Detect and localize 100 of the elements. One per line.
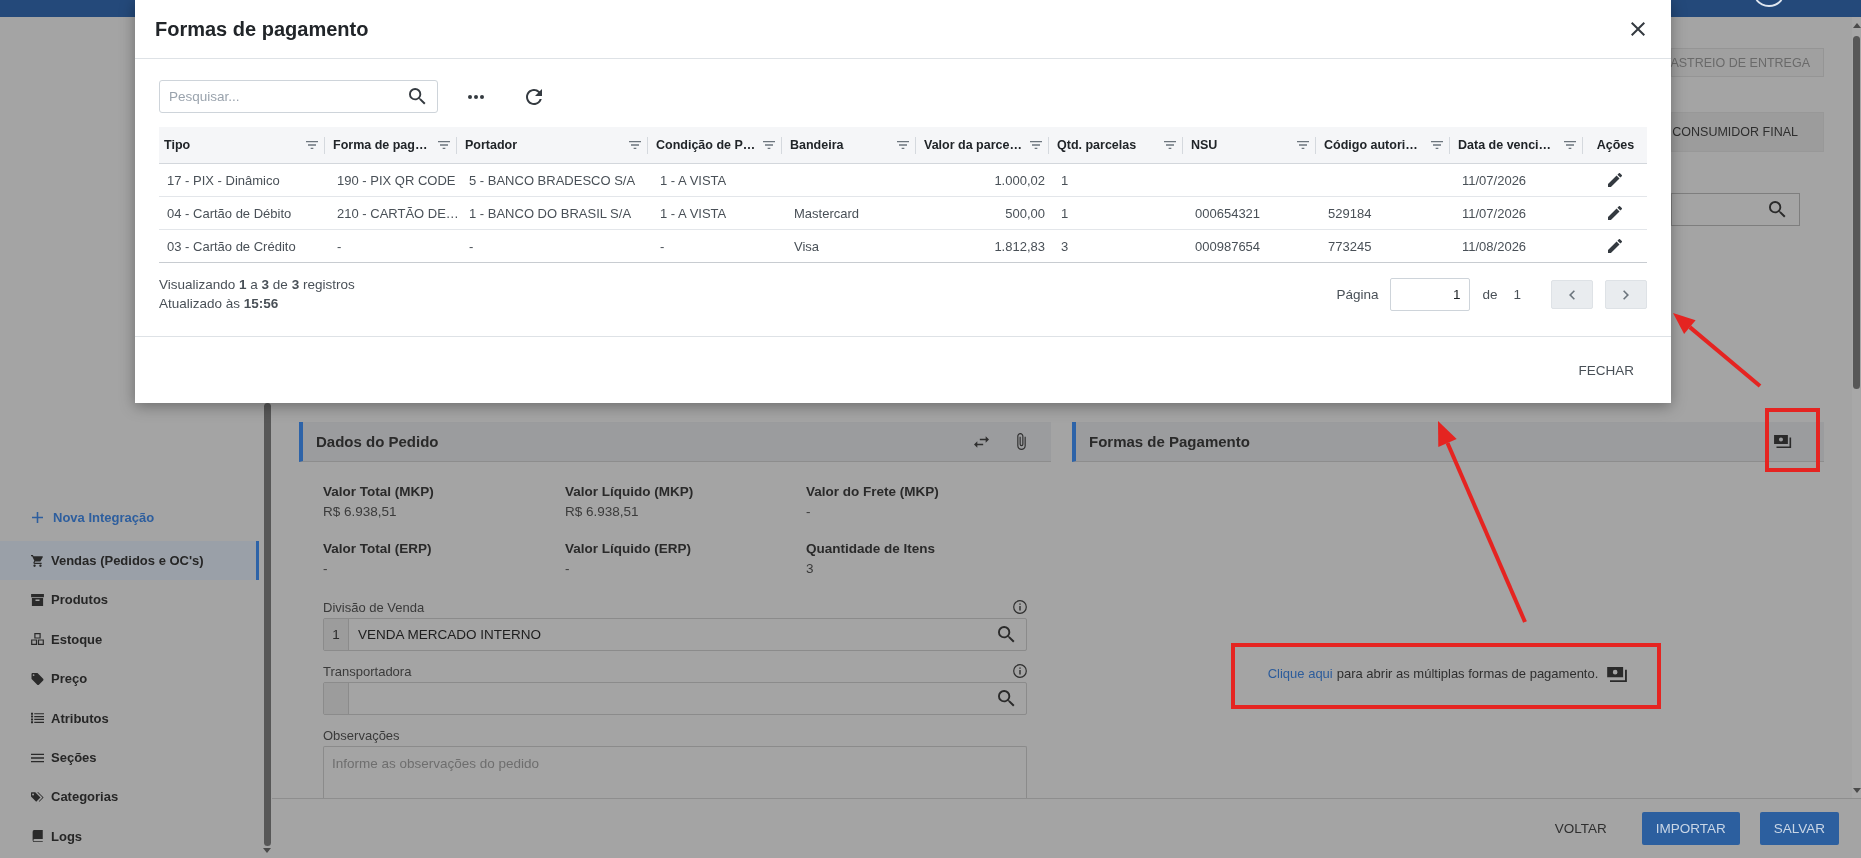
search-icon[interactable] [998,626,1015,643]
filter-icon[interactable] [1297,141,1309,149]
filter-icon[interactable] [1564,141,1576,149]
column-header[interactable]: Forma de pag… [333,138,428,152]
table-cell: 5 - BANCO BRADESCO S/A [469,172,636,188]
sidebar-item[interactable]: Logs [0,816,259,856]
cash-icon[interactable] [1774,435,1792,448]
filter-icon[interactable] [306,141,318,149]
column-header[interactable]: Tipo [164,138,191,152]
table-cell: 1.812,83 [994,238,1045,254]
scrollbar-thumb[interactable] [1853,36,1860,389]
cash-icon[interactable] [1607,666,1629,682]
sidebar-item[interactable]: Seções [0,737,259,778]
table-cell: - [337,238,342,254]
filter-icon[interactable] [897,141,909,149]
column-header[interactable]: Código autori… [1324,138,1418,152]
payment-hint: Clique aqui para abrir as múltiplas formas de pagamento. [1267,665,1599,683]
table-cell: 1 [1061,205,1069,221]
page-total: 1 [1513,287,1521,302]
info-icon[interactable] [1013,664,1027,678]
field-label: Valor Total (MKP) [323,483,434,501]
edit-button[interactable] [1606,171,1624,189]
search-icon[interactable] [998,690,1015,707]
page-of-label: de [1482,287,1498,302]
paperclip-icon[interactable] [1017,433,1026,450]
filter-icon[interactable] [1431,141,1443,149]
table-cell: 773245 [1328,238,1372,254]
column-header[interactable]: Bandeira [790,138,844,152]
search-field[interactable] [1671,193,1800,226]
dialog-title: Formas de pagamento [155,17,369,41]
sidebar-item[interactable]: Atributos [0,698,259,738]
column-header[interactable]: Qtd. parcelas [1057,138,1137,152]
avatar-icon[interactable] [1754,0,1784,8]
lookup-code: 1 [324,619,349,650]
table-cell: 1 - BANCO DO BRASIL S/A [469,205,632,221]
scrollbar-thumb[interactable] [263,403,271,846]
page-number-field[interactable]: 1 [1390,278,1471,311]
sidebar-item[interactable]: Categorias [0,777,259,817]
field-label: Valor do Frete (MKP) [806,483,939,501]
table-cell: Visa [794,238,820,254]
edit-button[interactable] [1606,237,1624,255]
lookup-field[interactable] [323,682,1027,715]
cart-icon [31,554,44,567]
sidebar-item[interactable]: Produtos [0,580,259,620]
refresh-icon [526,88,542,105]
table-cell: 11/08/2026 [1462,238,1527,254]
annotation-frame [1765,408,1820,472]
table-cell: 11/07/2026 [1462,205,1527,221]
info-icon[interactable] [1013,600,1027,614]
column-header[interactable]: Condição de P… [656,138,756,152]
column-header[interactable]: Portador [465,138,518,152]
chevron-right-icon [1623,289,1629,300]
menu-icon [31,751,44,764]
sidebar-item[interactable]: Vendas (Pedidos e OC's) [0,540,259,581]
pencil-icon [1608,206,1622,220]
field-label: Valor Líquido (MKP) [565,483,694,501]
table-cell: - [469,238,474,254]
filter-icon[interactable] [629,141,641,149]
swap-arrows-icon[interactable] [974,435,989,448]
more-icon [468,94,484,99]
footer-button[interactable]: IMPORTAR [1641,812,1740,845]
table-cell: 3 [1061,238,1069,254]
panel-title: Formas de Pagamento [1089,433,1250,450]
field-value: R$ 6.938,51 [565,503,639,521]
close-dialog-button[interactable]: FECHAR [1565,354,1647,386]
footer-button[interactable]: VOLTAR [1544,812,1617,845]
scroll-up-arrow-icon[interactable] [1852,23,1861,28]
page-label: Página [1336,287,1379,302]
field-value: - [565,560,570,578]
table-cell: 03 - Cartão de Crédito [167,238,296,254]
filter-icon[interactable] [1030,141,1042,149]
scroll-down-arrow-icon[interactable] [263,848,271,853]
column-header[interactable]: NSU [1191,138,1218,152]
sidebar-item[interactable]: Preço [0,659,259,699]
filter-icon[interactable] [438,141,450,149]
field-label: Quantidade de Itens [806,540,936,558]
plus-icon [32,512,43,524]
scroll-down-arrow-icon[interactable] [1852,788,1861,793]
close-icon [1631,22,1645,36]
column-header[interactable]: Ações [1596,138,1635,152]
last-updated-text: Atualizado às 15:56 [159,294,279,313]
search-icon[interactable] [409,88,426,105]
toolbar-button[interactable]: CONSUMIDOR FINAL [1671,112,1824,152]
lookup-code-box [324,683,349,714]
filter-icon[interactable] [763,141,775,149]
field-value: - [806,503,811,521]
column-header[interactable]: Data de venci… [1458,138,1552,152]
edit-button[interactable] [1606,204,1624,222]
table-cell: - [660,238,665,254]
table-cell: 210 - CARTÃO DE… [337,205,459,221]
column-header[interactable]: Valor da parce… [924,138,1022,152]
archive-box-icon [31,593,44,606]
table-cell: 1 - A VISTA [660,172,727,188]
filter-icon[interactable] [1164,141,1176,149]
sidebar-item[interactable]: Estoque [0,619,259,660]
table-cell: 190 - PIX QR CODE [337,172,456,188]
table-cell: 11/07/2026 [1462,172,1527,188]
table-cell: 04 - Cartão de Débito [167,205,292,221]
footer-button[interactable]: SALVAR [1759,812,1839,845]
field-label: Divisão de Venda [323,599,425,615]
